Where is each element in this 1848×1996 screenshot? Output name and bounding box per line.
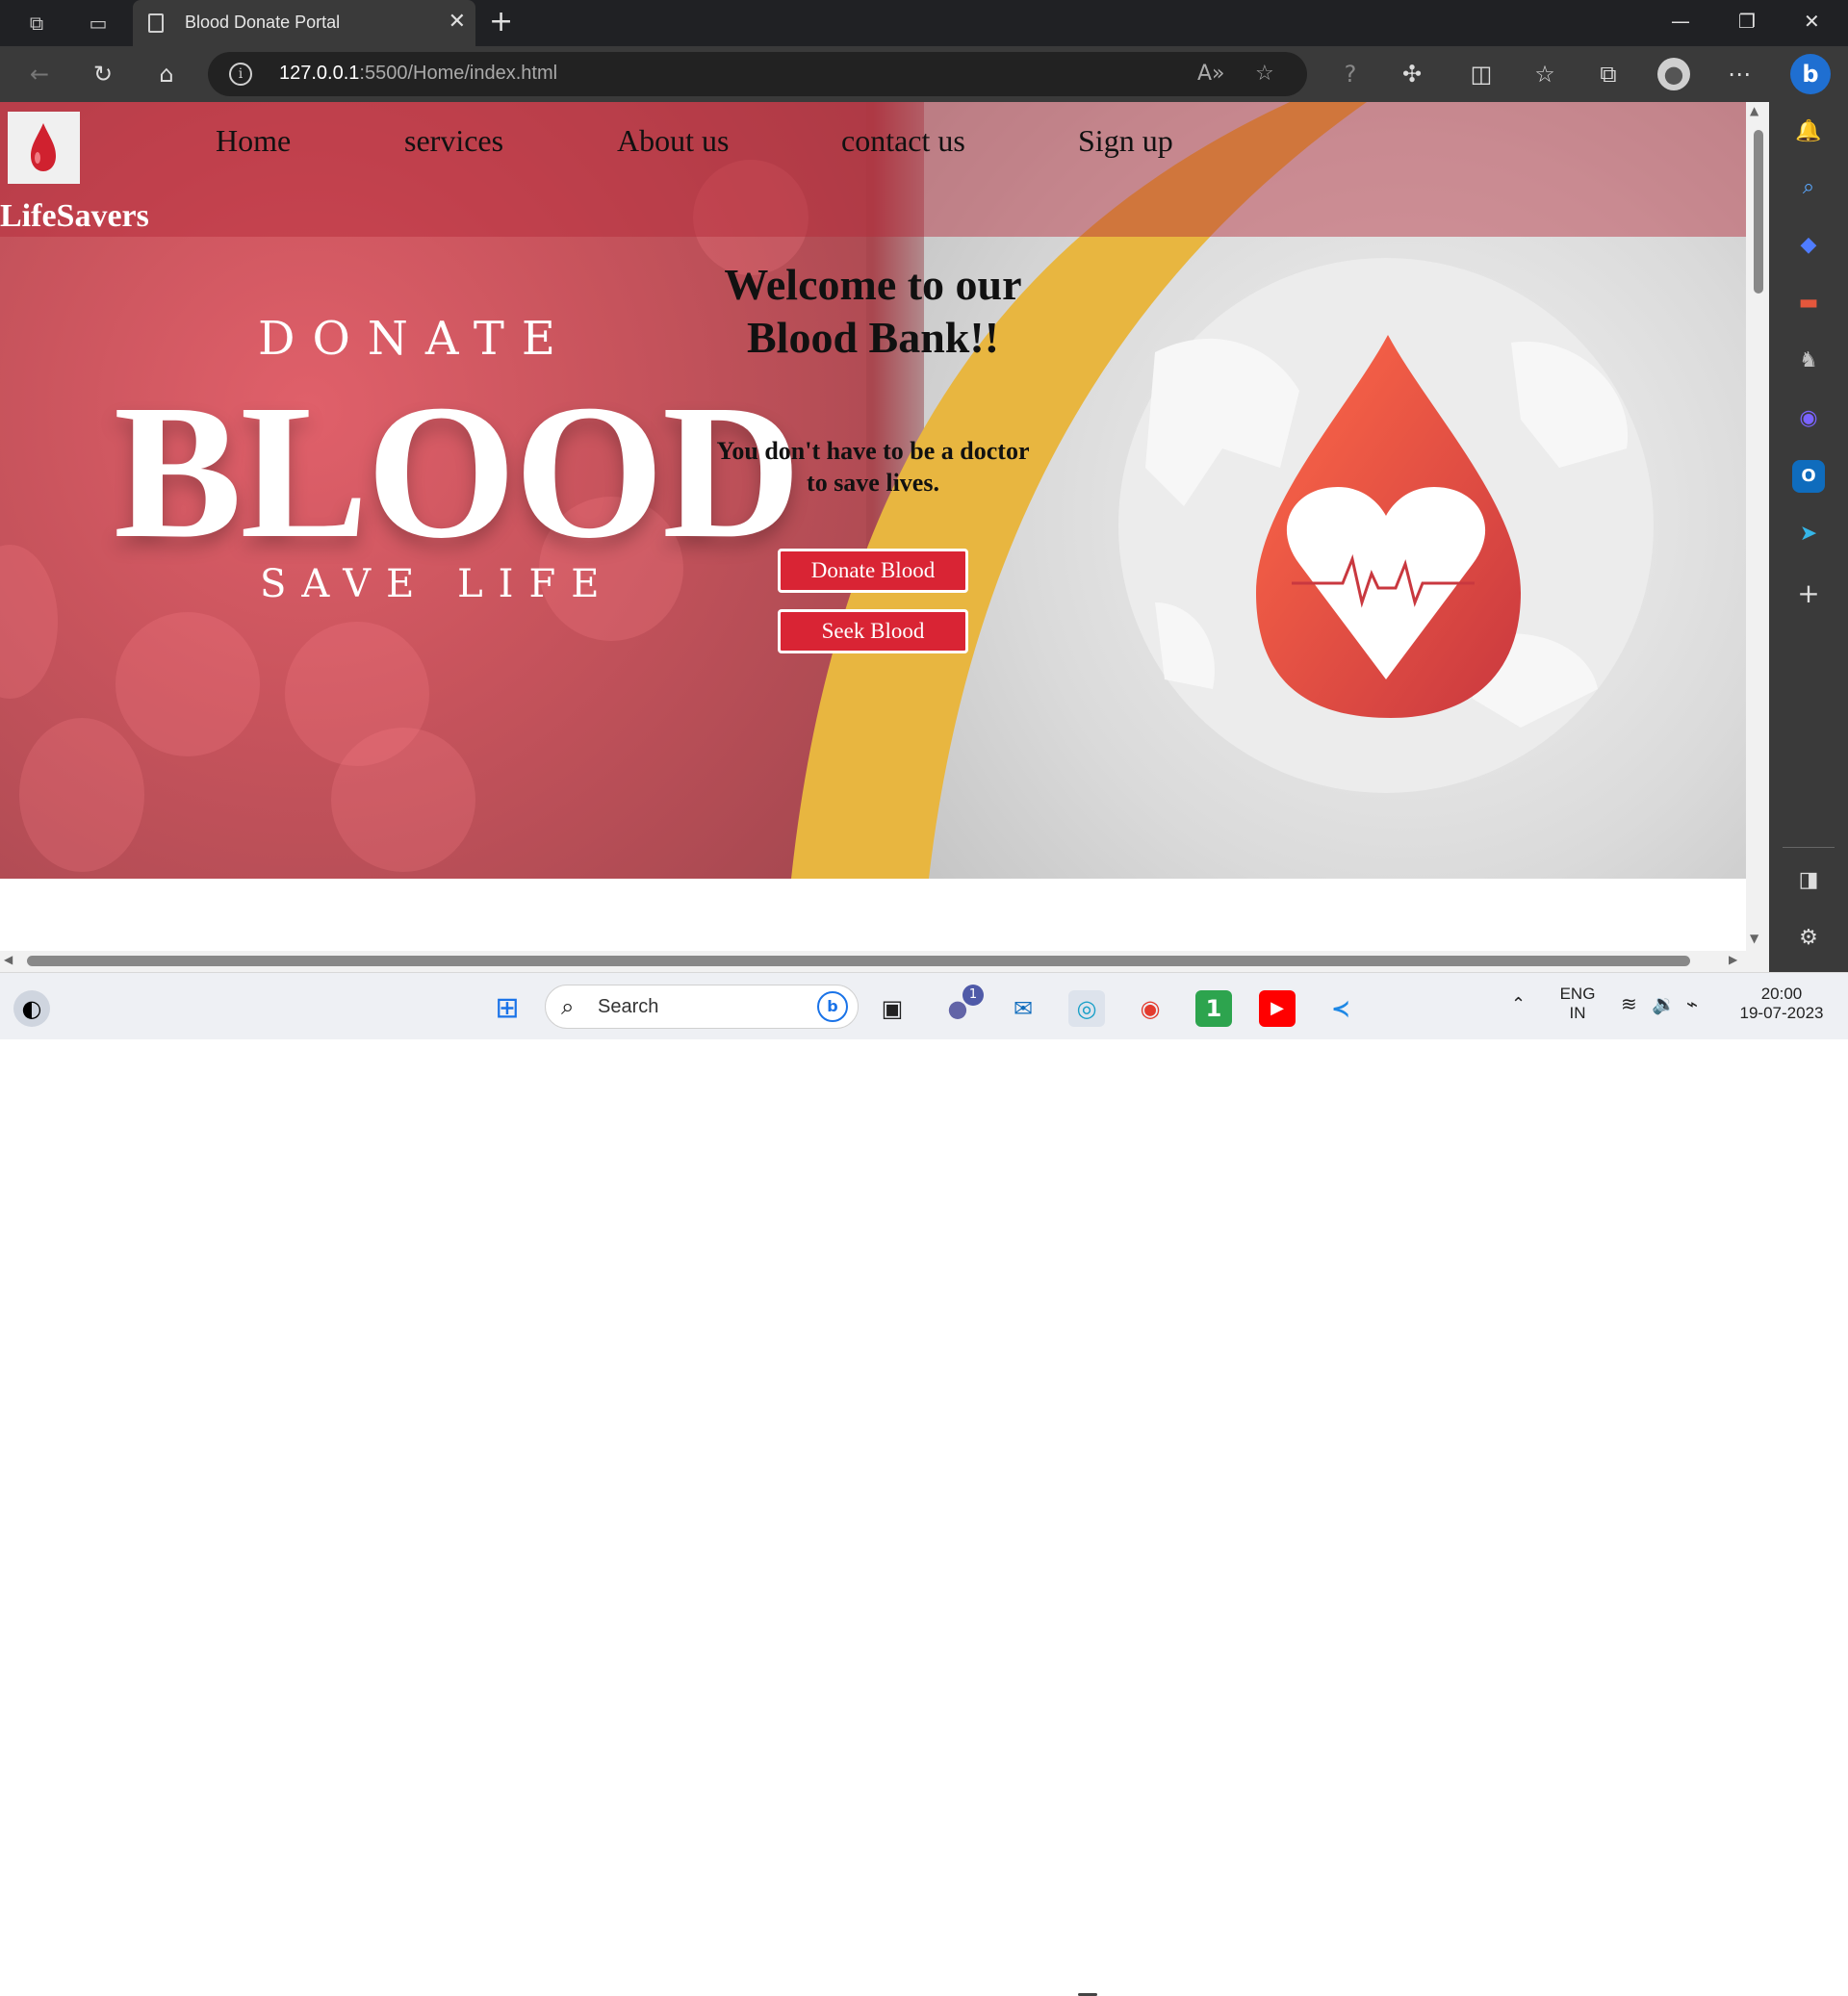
language-code: ENG	[1559, 985, 1596, 1003]
tab-bar: ⧉ ▭ Blood Donate Portal ✕ + — ❐ ✕	[0, 0, 1848, 46]
seek-blood-button[interactable]: Seek Blood	[778, 609, 968, 653]
scroll-left-arrow-icon[interactable]: ◀	[4, 953, 13, 966]
search-icon: ⌕	[561, 993, 575, 1020]
nav-services[interactable]: services	[404, 123, 503, 159]
new-tab-button[interactable]: +	[489, 6, 513, 38]
help-icon[interactable]: ?	[1334, 58, 1367, 90]
wifi-icon[interactable]: ≋	[1621, 992, 1637, 1016]
url-text[interactable]: 127.0.0.1:5500/Home/index.html	[279, 63, 557, 85]
taskbar-search[interactable]: ⌕ Search b	[545, 985, 859, 1029]
blood-drop-logo-icon	[31, 123, 56, 171]
clock-time: 20:00	[1760, 985, 1803, 1003]
page-viewport: LifeSavers Home services About us contac…	[0, 102, 1746, 951]
collections-icon[interactable]: ⧉	[1592, 58, 1625, 90]
scroll-down-arrow-icon[interactable]: ▼	[1750, 932, 1758, 945]
sidebar-divider	[1783, 847, 1835, 848]
horizontal-scroll-thumb[interactable]	[27, 956, 1690, 966]
youtube-icon[interactable]: ▶	[1259, 990, 1296, 1027]
minimize-icon[interactable]: —	[1671, 10, 1690, 33]
search-icon[interactable]: ⌕	[1792, 171, 1825, 204]
nav-contact-us[interactable]: contact us	[841, 123, 965, 159]
vscode-icon[interactable]: ≺	[1322, 990, 1359, 1027]
welcome-heading: Welcome to our Blood Bank!!	[724, 260, 1022, 362]
url-host: 127.0.0.1	[279, 63, 360, 84]
close-window-icon[interactable]: ✕	[1804, 10, 1820, 33]
nav-sign-up[interactable]: Sign up	[1078, 123, 1173, 159]
workspaces-icon[interactable]: ⧉	[21, 8, 52, 38]
task-view-icon[interactable]: ▣	[874, 990, 911, 1027]
chrome-icon[interactable]: ◉	[1132, 990, 1168, 1027]
volume-icon[interactable]: 🔉	[1652, 992, 1676, 1016]
url-path: :5500/Home/index.html	[359, 63, 558, 84]
close-tab-icon[interactable]: ✕	[449, 10, 466, 34]
vertical-tabs-icon[interactable]: ▭	[83, 8, 114, 38]
settings-gear-icon[interactable]: ⚙	[1792, 922, 1825, 955]
nav-home[interactable]: Home	[216, 123, 291, 159]
edge-browser-icon[interactable]: ◎	[1068, 990, 1105, 1027]
restore-icon[interactable]: ❐	[1738, 10, 1756, 33]
clock[interactable]: 20:00 19-07-2023	[1731, 985, 1833, 1023]
back-icon[interactable]: ←	[23, 58, 56, 90]
hero-donate-text: DONATE	[258, 312, 573, 366]
tools-briefcase-icon[interactable]: ▬	[1792, 287, 1825, 320]
extensions-icon[interactable]: ✣	[1396, 58, 1428, 90]
brand-name: LifeSavers	[0, 198, 149, 234]
hide-sidebar-icon[interactable]: ◨	[1792, 864, 1825, 897]
hero-save-life-text: SAVE LIFE	[260, 562, 615, 606]
nav-about-us[interactable]: About us	[617, 123, 729, 159]
taskbar-search-placeholder: Search	[598, 996, 659, 1017]
edge-sidebar: 🔔 ⌕ ◆ ▬ ♞ ◉ O ➤ + ◨ ⚙	[1769, 102, 1848, 972]
teams-badge: 1	[962, 985, 984, 1006]
tagline-text: You don't have to be a doctor to save li…	[716, 437, 1030, 497]
tab-title: Blood Donate Portal	[185, 13, 341, 32]
add-sidebar-app-icon[interactable]: +	[1792, 577, 1825, 610]
games-icon[interactable]: ♞	[1792, 345, 1825, 377]
hero-blood-text: BLOOD	[114, 366, 801, 578]
language-region: IN	[1569, 1004, 1586, 1022]
favorite-star-icon[interactable]: ☆	[1255, 62, 1274, 86]
vertical-scroll-thumb[interactable]	[1754, 130, 1763, 294]
bing-copilot-icon[interactable]: b	[1790, 54, 1831, 94]
site-header	[0, 102, 1746, 237]
language-indicator[interactable]: ENG IN	[1553, 985, 1602, 1023]
document-icon	[148, 13, 164, 33]
donate-blood-button[interactable]: Donate Blood	[778, 549, 968, 593]
site-info-icon[interactable]: i	[229, 63, 252, 86]
battery-charging-icon[interactable]: ⌁	[1686, 992, 1698, 1016]
clock-date: 19-07-2023	[1739, 1004, 1824, 1022]
vpn-app-icon[interactable]: 1	[1195, 990, 1232, 1027]
outlook-icon[interactable]: O	[1792, 460, 1825, 493]
microsoft-365-icon[interactable]: ◉	[1792, 402, 1825, 435]
shopping-tag-icon[interactable]: ◆	[1792, 229, 1825, 262]
show-hidden-icons-chevron-icon[interactable]: ⌃	[1511, 994, 1526, 1014]
scroll-right-arrow-icon[interactable]: ▶	[1729, 953, 1737, 966]
tab-active[interactable]: Blood Donate Portal ✕	[133, 0, 475, 46]
refresh-icon[interactable]: ↻	[87, 58, 119, 90]
site-logo[interactable]	[8, 112, 80, 184]
more-menu-icon[interactable]: ⋯	[1723, 58, 1756, 90]
read-aloud-icon[interactable]: A»	[1197, 62, 1225, 86]
mail-icon[interactable]: ✉	[1005, 990, 1041, 1027]
home-icon[interactable]: ⌂	[150, 58, 183, 90]
hero-section: LifeSavers Home services About us contac…	[0, 102, 1746, 879]
drop-send-icon[interactable]: ➤	[1792, 518, 1825, 550]
split-screen-icon[interactable]: ◫	[1465, 58, 1498, 90]
notifications-icon[interactable]: 🔔	[1792, 115, 1825, 148]
windows-taskbar: ◐ ⊞ ⌕ Search b ▣ ● 1 ✉ ◎ ◉ 1 ▶ ≺ ⌃ ENG I…	[0, 972, 1848, 1996]
windows-start-icon[interactable]: ⊞	[489, 990, 526, 1027]
weather-widget-icon[interactable]: ◐	[13, 990, 50, 1027]
bing-search-icon[interactable]: b	[817, 991, 848, 1022]
scroll-up-arrow-icon[interactable]: ▲	[1750, 104, 1758, 117]
address-bar[interactable]: i 127.0.0.1:5500/Home/index.html A» ☆	[208, 52, 1307, 96]
favorites-icon[interactable]: ☆	[1528, 58, 1561, 90]
profile-avatar[interactable]: ●	[1657, 58, 1690, 90]
